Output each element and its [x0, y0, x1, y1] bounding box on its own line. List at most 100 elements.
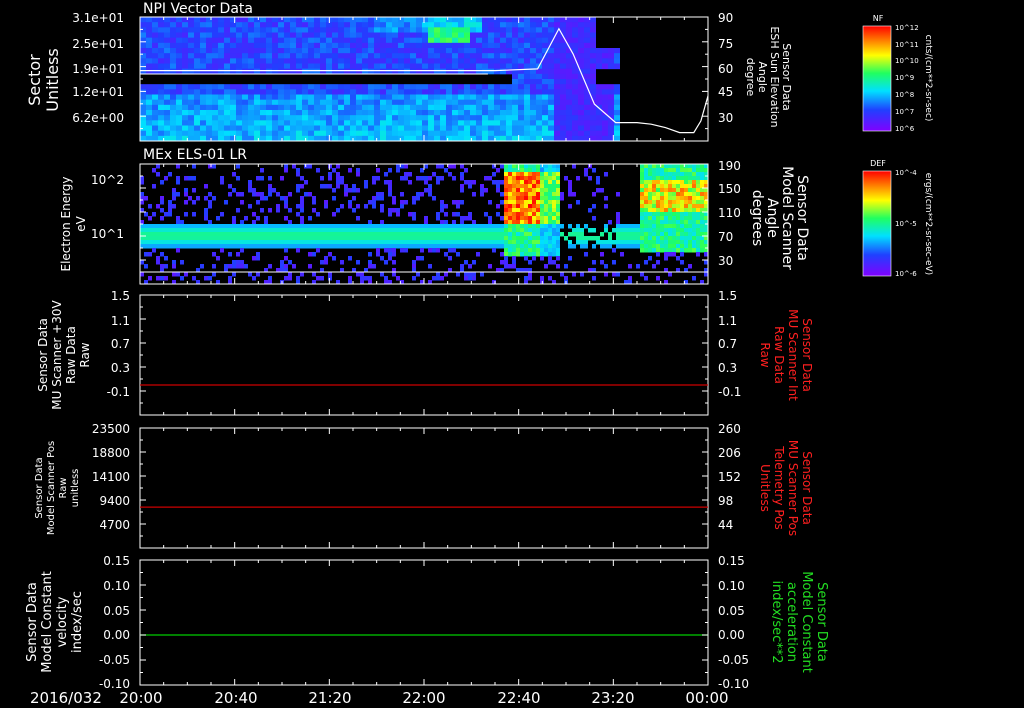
heatmap-cell [412, 260, 416, 265]
heatmap-cell [284, 224, 288, 229]
heatmap-cell [446, 27, 452, 33]
heatmap-cell [148, 216, 152, 221]
heatmap-cell [172, 224, 176, 229]
heatmap-cell [542, 17, 548, 23]
heatmap-cell [278, 104, 284, 111]
heatmap-cell [392, 22, 398, 28]
heatmap-cell [528, 196, 532, 201]
heatmap-cell [500, 17, 506, 23]
heatmap-cell [232, 172, 236, 177]
heatmap-cell [350, 48, 356, 54]
axis-title-line: Raw [78, 342, 92, 367]
heatmap-cell [656, 164, 660, 169]
heatmap-cell [340, 236, 344, 241]
heatmap-cell [700, 220, 704, 225]
heatmap-cell [236, 125, 242, 132]
heatmap-cell [224, 224, 228, 229]
heatmap-cell [648, 256, 652, 261]
heatmap-cell [596, 115, 602, 121]
heatmap-cell [156, 240, 160, 245]
heatmap-cell [224, 240, 228, 245]
heatmap-cell [392, 224, 396, 229]
heatmap-cell [192, 164, 196, 169]
heatmap-cell [524, 212, 528, 217]
heatmap-cell [228, 224, 232, 229]
heatmap-cell [460, 176, 464, 181]
heatmap-cell [350, 99, 356, 106]
heatmap-cell [458, 42, 464, 49]
heatmap-cell [314, 120, 320, 126]
heatmap-cell [668, 192, 672, 197]
heatmap-cell [218, 53, 224, 59]
heatmap-cell [242, 68, 248, 75]
heatmap-cell [700, 236, 704, 241]
heatmap-cell [302, 125, 308, 132]
heatmap-cell [356, 99, 362, 106]
heatmap-cell [528, 224, 532, 229]
axis-title-line: degrees [749, 190, 765, 246]
heatmap-cell [188, 99, 194, 106]
heatmap-cell [688, 196, 692, 201]
heatmap-cell [172, 232, 176, 237]
heatmap-cell [172, 244, 176, 249]
heatmap-cell [554, 79, 560, 85]
heatmap-cell [332, 89, 338, 95]
heatmap-cell [422, 27, 428, 33]
heatmap-cell [252, 276, 256, 281]
heatmap-cell [320, 17, 326, 23]
heatmap-cell [176, 130, 182, 137]
heatmap-cell [260, 89, 266, 95]
heatmap-cell [416, 120, 422, 126]
heatmap-cell [560, 125, 566, 132]
heatmap-cell [356, 94, 362, 101]
heatmap-cell [644, 168, 648, 173]
heatmap-cell [320, 48, 326, 54]
heatmap-cell [356, 130, 362, 137]
heatmap-cell [160, 224, 164, 229]
heatmap-cell [316, 240, 320, 245]
heatmap-cell [176, 224, 180, 229]
heatmap-cell [476, 48, 482, 54]
left-tick-label: 0.3 [111, 361, 130, 375]
heatmap-cell [308, 68, 314, 75]
heatmap-cell [364, 244, 368, 249]
heatmap-cell [200, 120, 206, 126]
heatmap-cell [152, 84, 158, 90]
heatmap-cell [452, 248, 456, 253]
heatmap-cell [188, 58, 194, 64]
heatmap-cell [300, 236, 304, 241]
heatmap-cell [596, 58, 602, 64]
heatmap-cell [446, 125, 452, 132]
heatmap-cell [400, 240, 404, 245]
heatmap-cell [672, 180, 676, 185]
heatmap-cell [484, 224, 488, 229]
heatmap-cell [140, 94, 146, 101]
heatmap-cell [170, 110, 176, 116]
heatmap-cell [272, 53, 278, 59]
heatmap-cell [596, 53, 602, 59]
heatmap-cell [688, 188, 692, 193]
heatmap-cell [528, 244, 532, 249]
heatmap-cell [644, 240, 648, 245]
heatmap-cell [560, 115, 566, 121]
heatmap-cell [512, 248, 516, 253]
heatmap-cell [256, 240, 260, 245]
heatmap-cell [434, 110, 440, 116]
heatmap-cell [348, 236, 352, 241]
heatmap-cell [688, 168, 692, 173]
heatmap-cell [260, 37, 266, 44]
heatmap-cell [590, 68, 596, 75]
heatmap-cell [532, 244, 536, 249]
heatmap-cell [206, 48, 212, 54]
heatmap-cell [410, 130, 416, 137]
heatmap-cell [456, 204, 460, 209]
heatmap-cell [636, 224, 640, 229]
heatmap-cell [188, 89, 194, 95]
heatmap-cell [688, 264, 692, 269]
heatmap-cell [668, 232, 672, 237]
heatmap-cell [444, 244, 448, 249]
heatmap-cell [356, 48, 362, 54]
heatmap-cell [590, 120, 596, 126]
heatmap-cell [602, 125, 608, 132]
heatmap-cell [616, 244, 620, 249]
